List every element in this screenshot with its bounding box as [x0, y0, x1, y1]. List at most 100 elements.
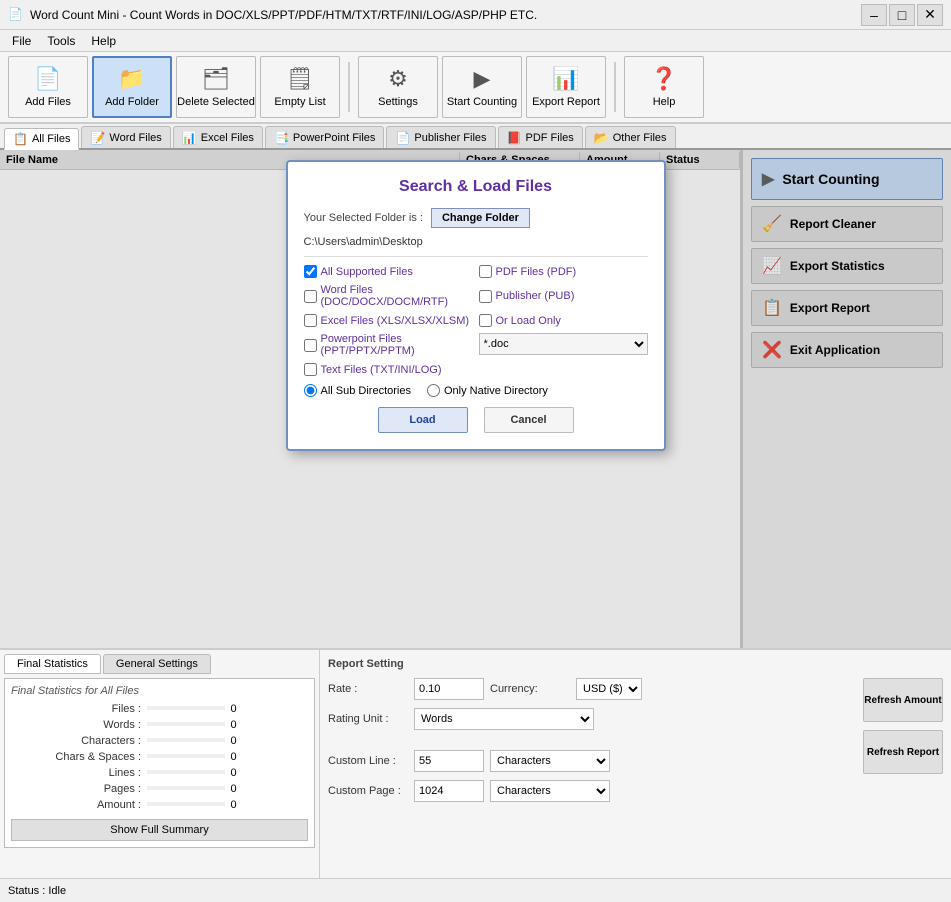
report-custom-line-input[interactable]: [414, 750, 484, 772]
tab-word-files[interactable]: 📝 Word Files: [81, 126, 170, 148]
check-word-files[interactable]: Word Files (DOC/DOCX/DOCM/RTF): [304, 284, 473, 308]
stat-chars-bar: [147, 738, 225, 742]
stat-chars-spaces-bar: [147, 754, 225, 758]
modal-title: Search & Load Files: [304, 178, 648, 196]
refresh-amount-button[interactable]: Refresh Amount: [863, 678, 943, 722]
menu-file[interactable]: File: [4, 32, 39, 50]
other-files-label: Other Files: [613, 132, 667, 144]
cancel-button[interactable]: Cancel: [484, 407, 574, 433]
delete-selected-icon: 🗂: [202, 66, 230, 92]
load-only-select[interactable]: *.doc: [479, 333, 648, 355]
help-button[interactable]: ❓ Help: [624, 56, 704, 118]
check-text-files[interactable]: Text Files (TXT/INI/LOG): [304, 363, 473, 376]
empty-list-button[interactable]: 🗒 Empty List: [260, 56, 340, 118]
pdf-files-label: PDF Files: [525, 132, 573, 144]
settings-button[interactable]: ⚙ Settings: [358, 56, 438, 118]
titlebar: 📄 Word Count Mini - Count Words in DOC/X…: [0, 0, 951, 30]
check-word-files-label: Word Files (DOC/DOCX/DOCM/RTF): [321, 284, 473, 308]
show-summary-button[interactable]: Show Full Summary: [11, 819, 308, 841]
stats-tabs: Final Statistics General Settings: [4, 654, 315, 674]
start-counting-icon: ▶: [474, 66, 491, 92]
report-rating-unit-select[interactable]: Words Characters Lines: [414, 708, 594, 730]
check-pdf-files-input[interactable]: [479, 265, 492, 278]
stat-pages-label: Pages :: [11, 783, 141, 795]
add-folder-button[interactable]: 📁 Add Folder: [92, 56, 172, 118]
radio-all-sub-input[interactable]: [304, 384, 317, 397]
stat-pages-value: 0: [225, 783, 309, 795]
maximize-button[interactable]: □: [889, 4, 915, 26]
tab-all-files[interactable]: 📋 All Files: [4, 128, 79, 150]
tab-publisher-files[interactable]: 📄 Publisher Files: [386, 126, 495, 148]
radio-all-sub-label: All Sub Directories: [321, 385, 411, 397]
tab-excel-files[interactable]: 📊 Excel Files: [173, 126, 263, 148]
app-icon: 📄: [8, 7, 24, 23]
report-title: Report Setting: [328, 658, 943, 670]
load-button[interactable]: Load: [378, 407, 468, 433]
close-button[interactable]: ✕: [917, 4, 943, 26]
report-custom-line-label: Custom Line :: [328, 755, 408, 767]
report-custom-page-input[interactable]: [414, 780, 484, 802]
settings-label: Settings: [378, 96, 418, 108]
bottom-area: Final Statistics General Settings Final …: [0, 648, 951, 878]
change-folder-button[interactable]: Change Folder: [431, 208, 530, 228]
check-all-supported[interactable]: All Supported Files: [304, 265, 473, 278]
stat-amount-bar: [147, 802, 225, 806]
check-word-files-input[interactable]: [304, 290, 317, 303]
report-currency-label: Currency:: [490, 683, 570, 695]
menu-help[interactable]: Help: [83, 32, 124, 50]
check-pdf-files[interactable]: PDF Files (PDF): [479, 265, 648, 278]
stat-row-files: Files : 0: [11, 703, 308, 715]
stat-files-label: Files :: [11, 703, 141, 715]
report-custom-page-unit-select[interactable]: Characters: [490, 780, 610, 802]
report-custom-page-row: Custom Page : Characters: [328, 780, 855, 802]
check-publisher[interactable]: Publisher (PUB): [479, 284, 648, 308]
report-rating-unit-row: Rating Unit : Words Characters Lines: [328, 708, 855, 730]
other-files-icon: 📂: [594, 131, 609, 145]
tab-other-files[interactable]: 📂 Other Files: [585, 126, 676, 148]
report-custom-line-row: Custom Line : Characters: [328, 750, 855, 772]
report-custom-page-label: Custom Page :: [328, 785, 408, 797]
report-rating-unit-label: Rating Unit :: [328, 713, 408, 725]
menu-tools[interactable]: Tools: [39, 32, 83, 50]
word-files-label: Word Files: [109, 132, 161, 144]
start-counting-button[interactable]: ▶ Start Counting: [442, 56, 522, 118]
stat-row-chars-spaces: Chars & Spaces : 0: [11, 751, 308, 763]
check-or-load-only[interactable]: Or Load Only: [479, 314, 648, 327]
check-all-supported-input[interactable]: [304, 265, 317, 278]
refresh-report-button[interactable]: Refresh Report: [863, 730, 943, 774]
check-excel-files[interactable]: Excel Files (XLS/XLSX/XLSM): [304, 314, 473, 327]
main-area: File Name Chars & Spaces Amount Status ▶…: [0, 150, 951, 648]
stats-tab-final[interactable]: Final Statistics: [4, 654, 101, 674]
delete-selected-button[interactable]: 🗂 Delete Selected: [176, 56, 256, 118]
radio-native-only[interactable]: Only Native Directory: [427, 384, 548, 397]
stats-tab-general[interactable]: General Settings: [103, 654, 211, 674]
check-or-load-only-input[interactable]: [479, 314, 492, 327]
report-currency-select[interactable]: USD ($) EUR (€): [576, 678, 642, 700]
report-custom-line-unit-select[interactable]: Characters: [490, 750, 610, 772]
check-excel-files-label: Excel Files (XLS/XLSX/XLSM): [321, 315, 470, 327]
toolbar-separator-2: [614, 62, 616, 112]
radio-native-only-input[interactable]: [427, 384, 440, 397]
report-rate-input[interactable]: [414, 678, 484, 700]
stat-chars-spaces-value: 0: [225, 751, 309, 763]
check-powerpoint-files[interactable]: Powerpoint Files (PPT/PPTX/PPTM): [304, 333, 473, 357]
add-files-button[interactable]: 📄 Add Files: [8, 56, 88, 118]
check-text-files-input[interactable]: [304, 363, 317, 376]
check-excel-files-input[interactable]: [304, 314, 317, 327]
file-tabs: 📋 All Files 📝 Word Files 📊 Excel Files 📑…: [0, 124, 951, 150]
stat-files-bar: [147, 706, 225, 710]
refresh-amount-label: Refresh Amount: [864, 695, 941, 706]
modal-folder-row: Your Selected Folder is : Change Folder: [304, 208, 648, 228]
add-folder-label: Add Folder: [105, 96, 159, 108]
radio-all-sub[interactable]: All Sub Directories: [304, 384, 411, 397]
tab-pdf-files[interactable]: 📕 PDF Files: [498, 126, 583, 148]
export-report-button[interactable]: 📊 Export Report: [526, 56, 606, 118]
modal-buttons: Load Cancel: [304, 407, 648, 433]
export-report-label: Export Report: [532, 96, 600, 108]
tab-powerpoint-files[interactable]: 📑 PowerPoint Files: [265, 126, 385, 148]
check-publisher-input[interactable]: [479, 290, 492, 303]
stat-lines-label: Lines :: [11, 767, 141, 779]
check-powerpoint-files-label: Powerpoint Files (PPT/PPTX/PPTM): [321, 333, 473, 357]
minimize-button[interactable]: –: [861, 4, 887, 26]
check-powerpoint-files-input[interactable]: [304, 339, 317, 352]
